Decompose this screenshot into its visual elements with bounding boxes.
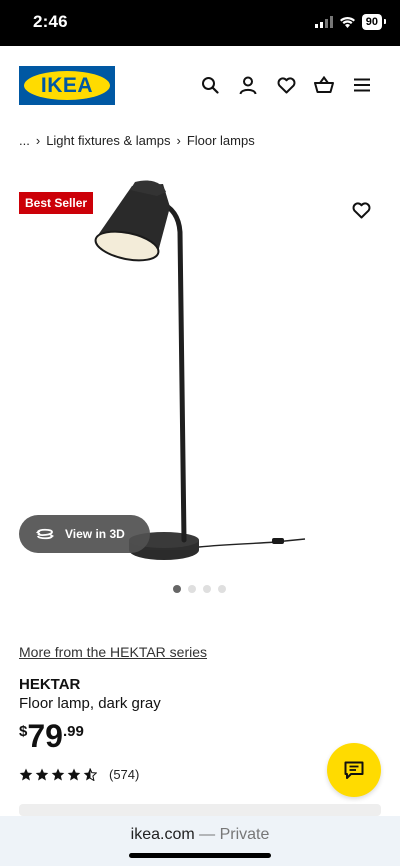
star-icon	[67, 768, 81, 781]
best-seller-badge: Best Seller	[19, 192, 94, 214]
star-icon	[35, 768, 49, 781]
battery-indicator: 90	[361, 14, 387, 30]
status-time: 2:46	[33, 12, 68, 31]
url-display[interactable]: ikea.com — Private	[0, 826, 400, 844]
ikea-logo[interactable]: IKEA	[19, 66, 115, 105]
collapsed-panel	[19, 804, 381, 816]
star-icon	[19, 768, 33, 781]
site-header: IKEA	[0, 46, 400, 124]
breadcrumb: ... › Light fixtures & lamps › Floor lam…	[19, 133, 255, 148]
logo-text: IKEA	[40, 73, 94, 97]
carousel-dot[interactable]	[188, 585, 196, 593]
url-domain: ikea.com	[130, 826, 195, 843]
price-decimal: .99	[62, 723, 84, 740]
price-integer: 79	[27, 718, 63, 754]
heart-icon[interactable]	[276, 74, 296, 96]
status-bar: 2:46 90	[0, 0, 400, 46]
add-to-wishlist-heart-icon[interactable]	[352, 202, 371, 224]
basket-icon[interactable]	[314, 74, 334, 96]
logo-oval: IKEA	[24, 71, 110, 100]
rotate-3d-icon	[35, 528, 55, 540]
home-indicator[interactable]	[129, 853, 271, 858]
private-mode-label: — Private	[194, 826, 270, 843]
carousel-dot[interactable]	[218, 585, 226, 593]
chat-icon	[344, 761, 364, 779]
breadcrumb-item-floor-lamps[interactable]: Floor lamps	[187, 133, 255, 148]
half-star-icon	[83, 768, 97, 781]
product-description: Floor lamp, dark gray	[19, 695, 161, 712]
chevron-right-icon: ›	[176, 133, 181, 148]
carousel-dot[interactable]	[173, 585, 181, 593]
product-price: $ 79 .99	[19, 719, 84, 753]
chevron-right-icon: ›	[35, 133, 41, 148]
search-icon[interactable]	[200, 74, 220, 96]
status-icons: 90	[314, 14, 387, 30]
chat-button[interactable]	[327, 743, 381, 797]
product-name: HEKTAR	[19, 676, 81, 693]
review-count: (574)	[109, 767, 140, 782]
browser-address-bar[interactable]: ikea.com — Private	[0, 816, 400, 866]
product-rating[interactable]: (574)	[19, 767, 139, 782]
price-currency: $	[19, 723, 28, 740]
wifi-icon	[339, 16, 355, 28]
view-in-3d-label: View in 3D	[65, 527, 125, 541]
carousel-dot[interactable]	[203, 585, 211, 593]
account-icon[interactable]	[238, 74, 258, 96]
signal-icon	[314, 16, 333, 28]
carousel-dots	[173, 585, 226, 593]
view-in-3d-button[interactable]: View in 3D	[19, 515, 150, 553]
breadcrumb-ellipsis[interactable]: ...	[19, 133, 30, 148]
star-icon	[51, 768, 65, 781]
menu-icon[interactable]	[352, 74, 372, 96]
series-link[interactable]: More from the HEKTAR series	[19, 644, 207, 660]
header-icons	[200, 74, 372, 96]
breadcrumb-item-light-fixtures[interactable]: Light fixtures & lamps	[46, 133, 170, 148]
